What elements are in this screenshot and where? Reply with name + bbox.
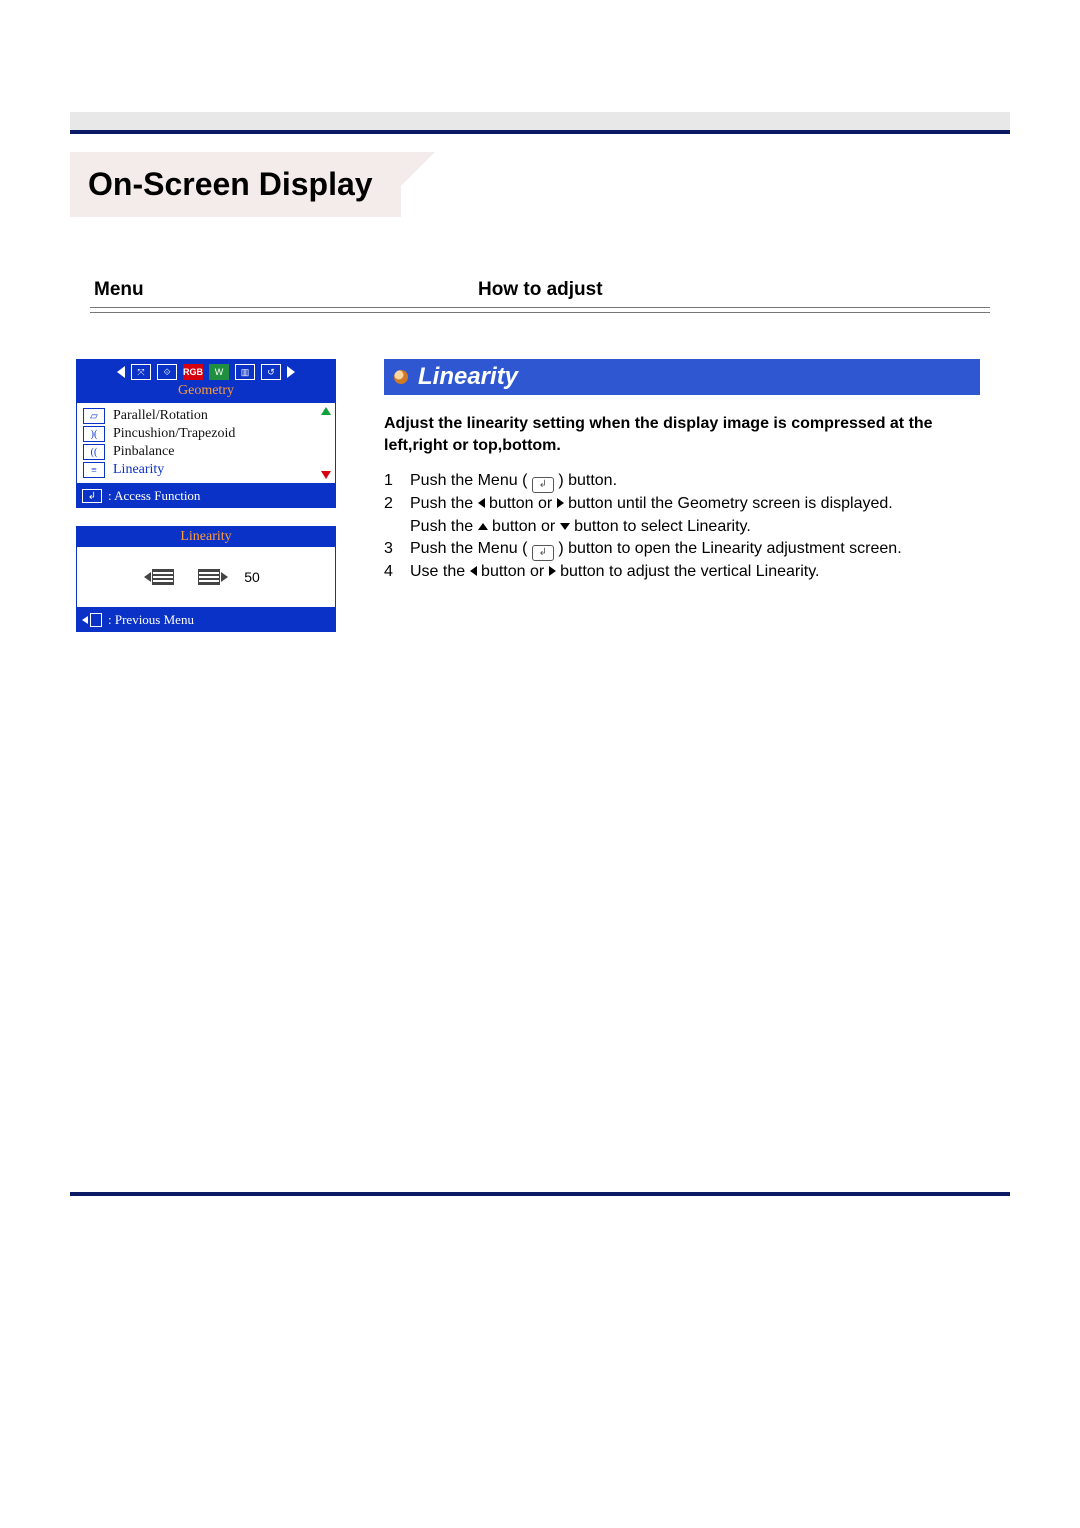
osd-adjust-panel: Linearity 50: [76, 526, 336, 608]
osd-access-bar: ↲ : Access Function: [76, 484, 336, 508]
parallel-rotation-icon: ▱: [83, 408, 105, 424]
osd-header: ⤧ ⟐ RGB W ▥ ↺ Geometry: [76, 359, 336, 403]
step-text: Push the Menu ( ↲ ) button.: [410, 470, 980, 493]
scroll-up-icon: [321, 407, 331, 415]
tab-icon-size: ⟐: [157, 364, 177, 380]
section-header-howto: How to adjust: [478, 279, 603, 301]
tab-icon-rgb: RGB: [183, 364, 203, 380]
osd-item-label: Pincushion/Trapezoid: [113, 426, 235, 442]
menu-button-icon: ↲: [532, 545, 554, 561]
nav-right-icon: [287, 366, 295, 378]
step-number: 2: [384, 493, 410, 538]
instructions-column: Linearity Adjust the linearity setting w…: [384, 359, 1010, 583]
osd-item-pinbalance: (( Pinbalance: [81, 443, 331, 461]
scroll-down-icon: [321, 471, 331, 479]
step-3: 3 Push the Menu ( ↲ ) button to open the…: [384, 538, 980, 561]
compress-bottom-icon: [198, 569, 220, 585]
osd-prev-bar: : Previous Menu: [76, 608, 336, 632]
tab-icon-recall: ↺: [261, 364, 281, 380]
right-button-icon: [557, 498, 564, 508]
linearity-icon: ≡: [83, 462, 105, 478]
header-gray-bar: [70, 112, 1010, 130]
enter-icon: ↲: [82, 489, 102, 503]
step-2: 2 Push the button or button until the Ge…: [384, 493, 980, 538]
step-number: 3: [384, 538, 410, 561]
section-headers: Menu How to adjust: [94, 279, 986, 301]
step-number: 4: [384, 561, 410, 583]
osd-item-label: Pinbalance: [113, 444, 174, 460]
step-4: 4 Use the button or button to adjust the…: [384, 561, 980, 583]
title-tab-shape: [401, 152, 551, 217]
section-divider: [90, 307, 990, 313]
feature-description: Adjust the linearity setting when the di…: [384, 413, 980, 456]
left-button-icon: [478, 498, 485, 508]
header-navy-rule: [70, 130, 1010, 134]
osd-tab-row: ⤧ ⟐ RGB W ▥ ↺: [82, 361, 330, 383]
osd-adjust-body: 50: [77, 547, 335, 607]
step-text: Push the Menu ( ↲ ) button to open the L…: [410, 538, 980, 561]
osd-access-label: : Access Function: [108, 488, 200, 504]
osd-prev-label: : Previous Menu: [108, 612, 194, 628]
previous-menu-icon: [82, 613, 102, 627]
content-row: ⤧ ⟐ RGB W ▥ ↺ Geometry ▱ Parallel/Rotati…: [70, 359, 1010, 632]
step-1: 1 Push the Menu ( ↲ ) button.: [384, 470, 980, 493]
osd-menu-list: ▱ Parallel/Rotation )( Pincushion/Trapez…: [76, 403, 336, 484]
step-text: Use the button or button to adjust the v…: [410, 561, 980, 583]
compress-top-icon: [152, 569, 174, 585]
osd-item-linearity: ≡ Linearity: [81, 461, 331, 479]
step-list: 1 Push the Menu ( ↲ ) button. 2 Push the…: [384, 470, 980, 583]
feature-heading: Linearity: [384, 359, 980, 395]
top-spacer: [0, 0, 1080, 112]
up-button-icon: [478, 523, 488, 530]
left-button-icon: [470, 566, 477, 576]
manual-page: On-Screen Display Menu How to adjust ⤧ ⟐…: [0, 0, 1080, 1236]
title-row: On-Screen Display: [70, 152, 1010, 217]
pincushion-trapezoid-icon: )(: [83, 426, 105, 442]
feature-title: Linearity: [418, 363, 518, 391]
tab-icon-position: ⤧: [131, 364, 151, 380]
osd-item-pincushion: )( Pincushion/Trapezoid: [81, 425, 331, 443]
osd-adjust-title: Linearity: [77, 527, 335, 547]
osd-tab-label: Geometry: [82, 383, 330, 401]
tab-icon-screen: ▥: [235, 364, 255, 380]
osd-adjust-value: 50: [244, 569, 260, 585]
page-title: On-Screen Display: [70, 152, 401, 217]
down-button-icon: [560, 523, 570, 530]
osd-item-label: Linearity: [113, 462, 164, 478]
tab-icon-geometry: W: [209, 364, 229, 380]
menu-button-icon: ↲: [532, 477, 554, 493]
pinbalance-icon: ((: [83, 444, 105, 460]
section-header-menu: Menu: [94, 279, 478, 301]
osd-illustration: ⤧ ⟐ RGB W ▥ ↺ Geometry ▱ Parallel/Rotati…: [76, 359, 336, 632]
osd-item-label: Parallel/Rotation: [113, 408, 208, 424]
footer-navy-rule: [70, 1192, 1010, 1196]
bullet-icon: [394, 370, 408, 384]
step-number: 1: [384, 470, 410, 493]
right-button-icon: [549, 566, 556, 576]
nav-left-icon: [117, 366, 125, 378]
osd-item-parallel: ▱ Parallel/Rotation: [81, 407, 331, 425]
step-text: Push the button or button until the Geom…: [410, 493, 980, 538]
